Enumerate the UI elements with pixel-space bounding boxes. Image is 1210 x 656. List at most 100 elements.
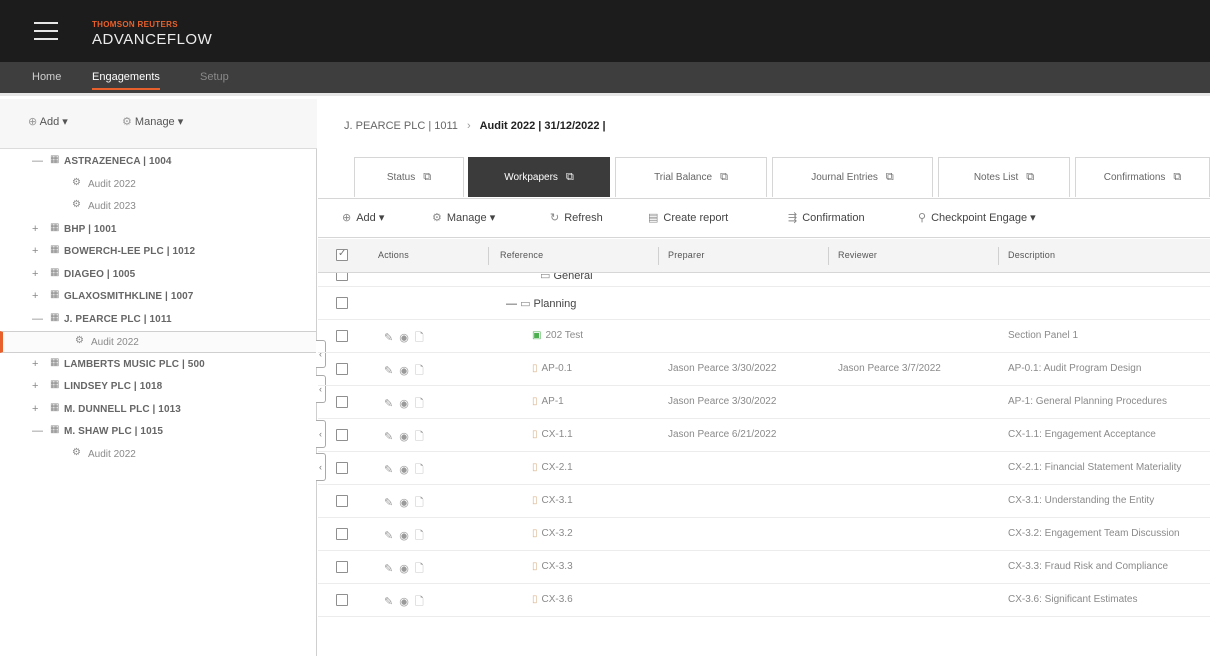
view-icon[interactable]: ◉ (399, 530, 415, 542)
nav-home[interactable]: Home (32, 71, 61, 83)
tree-audit-node[interactable]: ⚙ Audit 2022 (0, 331, 317, 353)
document-icon[interactable]: 🗋 (415, 464, 430, 476)
expand-icon[interactable]: + (32, 403, 38, 415)
column-actions[interactable]: Actions (378, 250, 409, 260)
edit-icon[interactable]: ✎ (384, 596, 399, 608)
tree-client-node[interactable]: — ▦ M. SHAW PLC | 1015 (0, 421, 317, 443)
folder-row[interactable]: — ▭ Planning (318, 287, 1210, 320)
table-row[interactable]: ✎◉🗋 ▯ AP-0.1 Jason Pearce 3/30/2022 Jason Pe… (318, 353, 1210, 386)
column-description[interactable]: Description (1008, 250, 1055, 260)
sidebar-manage-button[interactable]: ⚙ Manage ▾ (122, 115, 183, 128)
reference-cell[interactable]: CX-3.1 (542, 495, 573, 506)
folder-row[interactable]: ▭ General (318, 273, 1210, 287)
collapse-icon[interactable]: — (32, 155, 43, 167)
edit-icon[interactable]: ✎ (384, 332, 399, 344)
table-row[interactable]: ✎◉🗋 ▯ CX-3.1 CX-3.1: Understanding the Enti… (318, 485, 1210, 518)
reference-cell[interactable]: CX-3.3 (542, 561, 573, 572)
tree-audit-node[interactable]: ⚙ Audit 2023 (0, 196, 317, 218)
view-icon[interactable]: ◉ (399, 596, 415, 608)
row-checkbox[interactable] (336, 330, 348, 342)
row-checkbox[interactable] (336, 429, 348, 441)
view-icon[interactable]: ◉ (399, 497, 415, 509)
document-icon[interactable]: 🗋 (415, 596, 430, 608)
collapse-icon[interactable]: — (32, 425, 43, 437)
view-icon[interactable]: ◉ (399, 365, 415, 377)
sidebar-add-button[interactable]: ⊕ Add ▾ (28, 115, 68, 128)
edit-icon[interactable]: ✎ (384, 563, 399, 575)
nav-setup[interactable]: Setup (200, 71, 229, 83)
view-icon[interactable]: ◉ (399, 464, 415, 476)
edit-icon[interactable]: ✎ (384, 464, 399, 476)
reference-cell[interactable]: AP-0.1 (542, 363, 573, 374)
tree-client-node[interactable]: + ▦ M. DUNNELL PLC | 1013 (0, 399, 317, 421)
add-menu-button[interactable]: ⊕ Add ▾ (342, 211, 384, 224)
tree-audit-node[interactable]: ⚙ Audit 2022 (0, 444, 317, 466)
view-icon[interactable]: ◉ (399, 431, 415, 443)
expand-icon[interactable]: + (32, 358, 38, 370)
collapse-icon[interactable]: — (506, 298, 520, 310)
tree-client-node[interactable]: + ▦ BOWERCH-LEE PLC | 1012 (0, 241, 317, 263)
column-preparer[interactable]: Preparer (668, 250, 705, 260)
breadcrumb-client[interactable]: J. PEARCE PLC | 1011 (344, 120, 458, 132)
document-icon[interactable]: 🗋 (415, 563, 430, 575)
column-reviewer[interactable]: Reviewer (838, 250, 877, 260)
reference-cell[interactable]: CX-1.1 (542, 429, 573, 440)
tree-client-node[interactable]: — ▦ J. PEARCE PLC | 1011 (0, 309, 317, 331)
expand-icon[interactable]: + (32, 268, 38, 280)
row-checkbox[interactable] (336, 462, 348, 474)
view-icon[interactable]: ◉ (399, 332, 415, 344)
document-icon[interactable]: 🗋 (415, 497, 430, 509)
expand-icon[interactable]: + (32, 380, 38, 392)
hamburger-menu-icon[interactable] (34, 22, 58, 40)
nav-engagements[interactable]: Engagements (92, 71, 160, 90)
document-icon[interactable]: 🗋 (415, 530, 430, 542)
edit-icon[interactable]: ✎ (384, 398, 399, 410)
tree-client-node[interactable]: + ▦ BHP | 1001 (0, 219, 317, 241)
row-checkbox[interactable] (336, 363, 348, 375)
tree-audit-node[interactable]: ⚙ Audit 2022 (0, 174, 317, 196)
tree-client-node[interactable]: — ▦ ASTRAZENECA | 1004 (0, 151, 317, 173)
edit-icon[interactable]: ✎ (384, 497, 399, 509)
edit-icon[interactable]: ✎ (384, 530, 399, 542)
expand-icon[interactable]: + (32, 223, 38, 235)
row-checkbox[interactable] (336, 273, 348, 281)
refresh-button[interactable]: ↻ Refresh (550, 211, 603, 224)
checkpoint-engage-button[interactable]: ⚲ Checkpoint Engage ▾ (918, 211, 1036, 224)
row-checkbox[interactable] (336, 594, 348, 606)
row-checkbox[interactable] (336, 396, 348, 408)
table-row[interactable]: ✎◉🗋 ▯ AP-1 Jason Pearce 3/30/2022 AP-1: Gene… (318, 386, 1210, 419)
reference-cell[interactable]: CX-2.1 (542, 462, 573, 473)
manage-menu-button[interactable]: ⚙ Manage ▾ (432, 211, 495, 224)
table-row[interactable]: ✎◉🗋 ▯ CX-2.1 CX-2.1: Financial Statement Ma… (318, 452, 1210, 485)
tab-journal-entries[interactable]: Journal Entries ⧉ (772, 157, 933, 197)
table-row[interactable]: ✎◉🗋 ▣ 202 Test Section Panel 1 (318, 320, 1210, 353)
expand-icon[interactable]: + (32, 290, 38, 302)
table-row[interactable]: ✎◉🗋 ▯ CX-3.3 CX-3.3: Fraud Risk and Complia… (318, 551, 1210, 584)
document-icon[interactable]: 🗋 (415, 332, 430, 344)
document-icon[interactable]: 🗋 (415, 365, 430, 377)
confirmation-button[interactable]: ⇶ Confirmation (788, 211, 865, 224)
reference-cell[interactable]: AP-1 (542, 396, 564, 407)
tab-workpapers[interactable]: Workpapers ⧉ (468, 157, 610, 197)
row-checkbox[interactable] (336, 495, 348, 507)
edit-icon[interactable]: ✎ (384, 365, 399, 377)
table-row[interactable]: ✎◉🗋 ▯ CX-3.6 CX-3.6: Significant Estimates (318, 584, 1210, 617)
select-all-checkbox[interactable] (336, 248, 348, 261)
document-icon[interactable]: 🗋 (415, 431, 430, 443)
table-row[interactable]: ✎◉🗋 ▯ CX-1.1 Jason Pearce 6/21/2022 CX-1.1: … (318, 419, 1210, 452)
view-icon[interactable]: ◉ (399, 563, 415, 575)
tab-confirmations[interactable]: Confirmations ⧉ (1075, 157, 1210, 197)
row-checkbox[interactable] (336, 297, 348, 309)
tree-client-node[interactable]: + ▦ LAMBERTS MUSIC PLC | 500 (0, 354, 317, 376)
edit-icon[interactable]: ✎ (384, 431, 399, 443)
tab-trial-balance[interactable]: Trial Balance ⧉ (615, 157, 767, 197)
tab-notes-list[interactable]: Notes List ⧉ (938, 157, 1070, 197)
reference-cell[interactable]: CX-3.6 (542, 594, 573, 605)
tree-client-node[interactable]: + ▦ DIAGEO | 1005 (0, 264, 317, 286)
reference-cell[interactable]: 202 Test (545, 330, 583, 341)
column-reference[interactable]: Reference (500, 250, 543, 260)
row-checkbox[interactable] (336, 528, 348, 540)
tree-client-node[interactable]: + ▦ LINDSEY PLC | 1018 (0, 376, 317, 398)
collapse-icon[interactable]: — (32, 313, 43, 325)
create-report-button[interactable]: ▤ Create report (648, 211, 728, 224)
